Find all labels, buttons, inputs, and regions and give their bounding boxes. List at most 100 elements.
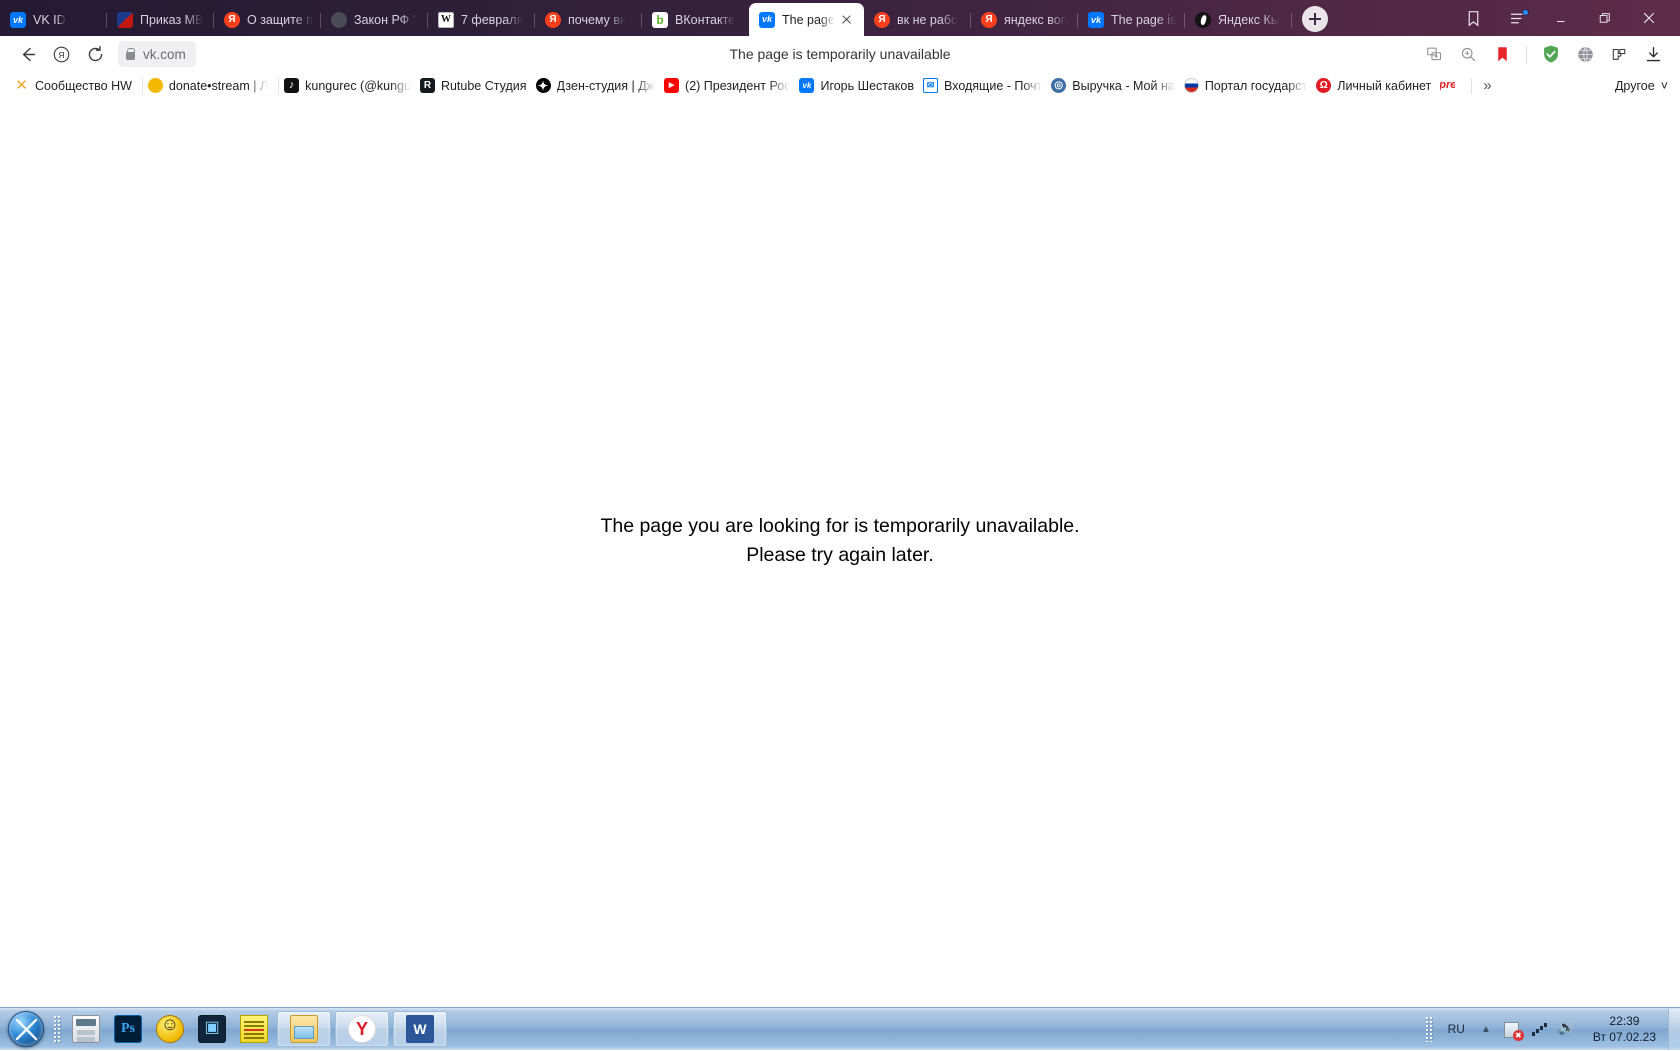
browser-tab[interactable]: О защите п: [214, 4, 321, 36]
network-error-icon[interactable]: [1502, 1018, 1524, 1040]
bookmark-label: Личный кабинет: [1337, 79, 1431, 93]
bookmark-separator: [142, 78, 143, 94]
zoom-search-icon[interactable]: [1451, 39, 1485, 69]
vk-favicon: [10, 12, 26, 28]
bookmark-item[interactable]: Личный кабинет: [1314, 75, 1438, 97]
browser-b-favicon: [652, 12, 668, 28]
signal-bars-icon[interactable]: [1530, 1018, 1552, 1040]
vk-favicon: [1088, 12, 1104, 28]
browser-tab[interactable]: почему вк: [535, 4, 642, 36]
chevron-down-icon: ˅: [1661, 79, 1668, 93]
dzen-favicon: [536, 78, 551, 93]
photoshop-icon[interactable]: [111, 1012, 145, 1046]
taskbar-window-explorer[interactable]: [277, 1011, 331, 1047]
bookmarks-bar: Сообщество HW donate•stream | Л kungurec…: [0, 72, 1680, 100]
start-button[interactable]: [2, 1009, 50, 1050]
bookmark-item[interactable]: Выручка - Мой на: [1049, 75, 1182, 97]
gov-favicon: [331, 12, 347, 28]
bookmark-label: Выручка - Мой на: [1072, 79, 1175, 93]
browser-tab[interactable]: вк не рабо: [864, 4, 971, 36]
other-bookmarks-button[interactable]: Другое ˅: [1615, 79, 1672, 93]
close-icon[interactable]: [1628, 2, 1670, 34]
browser-tab[interactable]: Яндекс Кы: [1185, 4, 1292, 36]
browser-tab[interactable]: The page is: [1078, 4, 1185, 36]
bookmark-label: (2) Президент Рос: [685, 79, 790, 93]
back-arrow-icon[interactable]: [10, 39, 44, 69]
tab-title: Приказ МВ: [140, 13, 203, 27]
tiktok-favicon: [284, 78, 299, 93]
browser-tab-strip: VK ID Приказ МВ О защите п Закон РФ " 7 …: [0, 0, 1680, 36]
error-message-line-2: Please try again later.: [600, 541, 1079, 569]
bookmark-item[interactable]: donate•stream | Л: [146, 75, 275, 97]
bookmark-item[interactable]: Сообщество HW: [12, 75, 139, 97]
new-tab-button[interactable]: [1302, 6, 1328, 32]
other-bookmarks-label: Другое: [1615, 79, 1655, 93]
error-message: The page you are looking for is temporar…: [600, 512, 1079, 569]
taskbar-gripper[interactable]: [53, 1015, 62, 1043]
close-tab-icon[interactable]: [839, 12, 854, 27]
browser-tab[interactable]: 7 февраля: [428, 4, 535, 36]
tab-title: 7 февраля: [461, 13, 523, 27]
lock-icon: [124, 47, 136, 61]
bookmark-separator: [1471, 78, 1472, 94]
bookmark-item[interactable]: Портал государст: [1182, 75, 1314, 97]
mvd-favicon: [117, 12, 133, 28]
tab-separator: [1291, 13, 1292, 28]
minimize-icon[interactable]: [1540, 2, 1582, 34]
show-hidden-icons-button[interactable]: ▲: [1473, 1024, 1499, 1035]
donate-favicon: [148, 78, 163, 93]
download-icon[interactable]: [1636, 39, 1670, 69]
browser-tab[interactable]: яндекс воп: [971, 4, 1078, 36]
notes-icon[interactable]: [237, 1012, 271, 1046]
svg-text:Я: Я: [58, 50, 64, 60]
language-indicator[interactable]: RU: [1440, 1022, 1473, 1036]
browser-tab[interactable]: Приказ МВ: [107, 4, 214, 36]
calculator-icon[interactable]: [69, 1012, 103, 1046]
rutube-favicon: [420, 78, 435, 93]
bookmarks-overflow-icon[interactable]: »: [1475, 77, 1499, 94]
bookmark-label: Rutube Студия: [441, 79, 527, 93]
menu-icon[interactable]: [1496, 2, 1538, 34]
tab-title: VK ID: [33, 13, 66, 27]
bookmark-item[interactable]: Игорь Шестаков: [797, 75, 921, 97]
bookmark-label: Сообщество HW: [35, 79, 132, 93]
windows-logo-icon: [8, 1011, 44, 1047]
bookmark-filled-icon[interactable]: [1485, 39, 1519, 69]
video-editor-icon[interactable]: [195, 1012, 229, 1046]
adguard-shield-icon[interactable]: [1534, 39, 1568, 69]
bookmark-item[interactable]: Дзен-студия | Дж: [534, 75, 663, 97]
url-text: vk.com: [143, 47, 186, 62]
bookmark-item[interactable]: Rutube Студия: [418, 75, 534, 97]
bookmark-item[interactable]: [1438, 75, 1468, 97]
taskbar-window-word[interactable]: [393, 1011, 447, 1047]
bookmark-item[interactable]: (2) Президент Рос: [662, 75, 797, 97]
collections-icon[interactable]: [1452, 2, 1494, 34]
browser-toolbar: Я vk.com The page is temporarily unavail…: [0, 36, 1680, 72]
browser-tab[interactable]: Закон РФ ": [321, 4, 428, 36]
volume-icon[interactable]: [1558, 1018, 1580, 1040]
tray-gripper[interactable]: [1425, 1016, 1434, 1042]
browser-tab-active[interactable]: The page: [749, 3, 864, 36]
globe-translate-icon[interactable]: [1568, 39, 1602, 69]
reload-icon[interactable]: [78, 39, 112, 69]
maximize-icon[interactable]: [1584, 2, 1626, 34]
menu-notification-badge: [1522, 9, 1529, 16]
extensions-icon[interactable]: [1602, 39, 1636, 69]
tab-title: яндекс воп: [1004, 13, 1067, 27]
browser-tab[interactable]: VK ID: [0, 4, 107, 36]
kyn-favicon: [1195, 12, 1211, 28]
smiley-app-icon[interactable]: [153, 1012, 187, 1046]
bookmark-item[interactable]: kungurec (@kungu: [282, 75, 418, 97]
yandex-favicon: [981, 12, 997, 28]
address-bar[interactable]: vk.com: [118, 41, 196, 67]
window-controls: [1452, 0, 1680, 36]
yandex-logo-icon[interactable]: Я: [44, 39, 78, 69]
bookmark-item[interactable]: Входящие - Почт: [921, 75, 1049, 97]
clock[interactable]: 22:39 Вт 07.02.23: [1583, 1013, 1666, 1045]
taskbar-window-yandex-browser[interactable]: [335, 1011, 389, 1047]
show-desktop-button[interactable]: [1668, 1009, 1680, 1050]
bookmark-label: Дзен-студия | Дж: [557, 79, 656, 93]
vk-favicon: [799, 78, 814, 93]
cast-icon[interactable]: [1417, 39, 1451, 69]
browser-tab[interactable]: ВКонтакте: [642, 4, 749, 36]
